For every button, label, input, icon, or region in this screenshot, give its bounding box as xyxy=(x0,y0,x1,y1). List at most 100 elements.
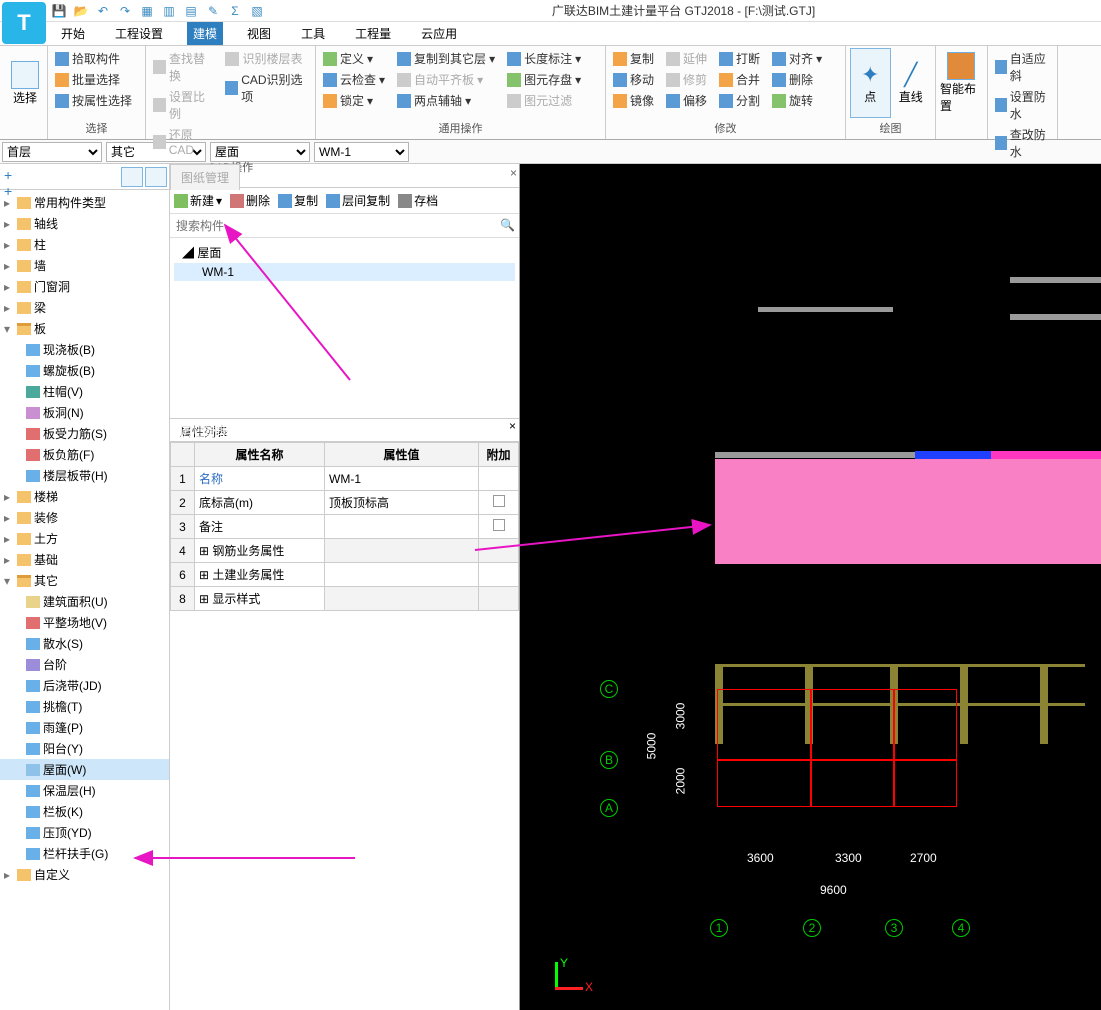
close-props-icon[interactable]: × xyxy=(509,419,516,441)
adaptive-slope-button[interactable]: 自适应斜 xyxy=(992,49,1053,85)
tab-drawing-mgmt[interactable]: 图纸管理 xyxy=(170,164,240,190)
close-panel-icon[interactable]: × xyxy=(510,166,517,180)
tree-steps[interactable]: 台阶 xyxy=(0,654,169,675)
tree-slab[interactable]: ▾板 xyxy=(0,318,169,339)
qat-sum-icon[interactable]: Σ xyxy=(226,2,244,20)
delete-button[interactable]: 删除 xyxy=(769,70,825,89)
checkbox[interactable] xyxy=(493,495,505,507)
item-select[interactable]: WM-1 xyxy=(314,142,409,162)
tree-stair[interactable]: ▸楼梯 xyxy=(0,486,169,507)
component-tree-item[interactable]: WM-1 xyxy=(174,263,515,281)
tree-col-cap[interactable]: 柱帽(V) xyxy=(0,381,169,402)
tree-wall[interactable]: ▸墙 xyxy=(0,255,169,276)
tree-balcony[interactable]: 阳台(Y) xyxy=(0,738,169,759)
archive-button[interactable]: 存档 xyxy=(398,192,438,209)
cad-id-options-button[interactable]: CAD识别选项 xyxy=(222,70,311,106)
tree-area[interactable]: 建筑面积(U) xyxy=(0,591,169,612)
menu-start[interactable]: 开始 xyxy=(55,22,91,45)
tree-railing[interactable]: 栏杆扶手(G) xyxy=(0,843,169,864)
tree-coping[interactable]: 压顶(YD) xyxy=(0,822,169,843)
tree-eaves[interactable]: 挑檐(T) xyxy=(0,696,169,717)
tree-neg-rebar[interactable]: 板负筋(F) xyxy=(0,444,169,465)
tree-door[interactable]: ▸门窗洞 xyxy=(0,276,169,297)
copy-to-layer-button[interactable]: 复制到其它层 ▾ xyxy=(394,49,498,68)
menu-view[interactable]: 视图 xyxy=(241,22,277,45)
floor-select[interactable]: 首层 xyxy=(2,142,102,162)
delete-button[interactable]: 删除 xyxy=(230,192,270,209)
tree-other[interactable]: ▾其它 xyxy=(0,570,169,591)
tree-common[interactable]: ▸常用构件类型 xyxy=(0,192,169,213)
check-waterproof-button[interactable]: 查改防水 xyxy=(992,125,1053,161)
tree-roof[interactable]: 屋面(W) xyxy=(0,759,169,780)
new-button[interactable]: 新建 ▾ xyxy=(174,192,222,209)
checkbox[interactable] xyxy=(493,519,505,531)
component-tree-root[interactable]: ◢ 屋面 xyxy=(174,242,515,263)
qat-redo-icon[interactable]: ↷ xyxy=(116,2,134,20)
drawing-canvas[interactable]: C B A 1 2 3 4 3000 2000 5000 3600 3300 2… xyxy=(520,164,1101,1010)
tree-earth[interactable]: ▸土方 xyxy=(0,528,169,549)
tree-apron[interactable]: 散水(S) xyxy=(0,633,169,654)
rotate-button[interactable]: 旋转 xyxy=(769,91,825,110)
tree-leveling[interactable]: 平整场地(V) xyxy=(0,612,169,633)
align-button[interactable]: 对齐 ▾ xyxy=(769,49,825,68)
panel-tab-1-icon[interactable] xyxy=(121,167,143,187)
define-button[interactable]: 定义 ▾ xyxy=(320,49,388,68)
menu-project-settings[interactable]: 工程设置 xyxy=(109,22,169,45)
qat-icon[interactable]: ✎ xyxy=(204,2,222,20)
tree-deco[interactable]: ▸装修 xyxy=(0,507,169,528)
find-replace-button: 查找替换 xyxy=(150,49,216,85)
qat-icon[interactable]: ▧ xyxy=(248,2,266,20)
qat-icon[interactable]: ▥ xyxy=(160,2,178,20)
pick-component-button[interactable]: 拾取构件 xyxy=(52,49,141,68)
split-button[interactable]: 分割 xyxy=(716,91,763,110)
qat-save-icon[interactable]: 💾 xyxy=(50,2,68,20)
two-point-aux-button[interactable]: 两点辅轴 ▾ xyxy=(394,91,498,110)
qat-undo-icon[interactable]: ↶ xyxy=(94,2,112,20)
mirror-button[interactable]: 镜像 xyxy=(610,91,657,110)
menu-quantity[interactable]: 工程量 xyxy=(349,22,397,45)
property-table[interactable]: 属性名称属性值附加 1名称WM-1 2底标高(m)顶板顶标高 3备注 4⊞ 钢筋… xyxy=(170,442,519,1010)
add-tab-icon[interactable]: + + xyxy=(2,167,22,187)
tree-slab-rebar[interactable]: 板受力筋(S) xyxy=(0,423,169,444)
line-button[interactable]: ╱直线 xyxy=(891,48,931,118)
floor-copy-button[interactable]: 层间复制 xyxy=(326,192,390,209)
tree-canopy[interactable]: 雨篷(P) xyxy=(0,717,169,738)
move-button[interactable]: 移动 xyxy=(610,70,657,89)
element-store-button[interactable]: 图元存盘 ▾ xyxy=(504,70,584,89)
batch-select-button[interactable]: 批量选择 xyxy=(52,70,141,89)
tree-postcast[interactable]: 后浇带(JD) xyxy=(0,675,169,696)
tab-layer-mgmt[interactable]: 图层管理 xyxy=(170,419,238,444)
tree-spiral-slab[interactable]: 螺旋板(B) xyxy=(0,360,169,381)
qat-icon[interactable]: ▦ xyxy=(138,2,156,20)
point-button[interactable]: ✦点 xyxy=(850,48,891,118)
menu-modeling[interactable]: 建模 xyxy=(187,22,223,45)
copy-button[interactable]: 复制 xyxy=(278,192,318,209)
tree-axis[interactable]: ▸轴线 xyxy=(0,213,169,234)
search-input[interactable] xyxy=(170,214,519,237)
select-by-property-button[interactable]: 按属性选择 xyxy=(52,91,141,110)
tree-custom[interactable]: ▸自定义 xyxy=(0,864,169,885)
copy-button[interactable]: 复制 xyxy=(610,49,657,68)
offset-button[interactable]: 偏移 xyxy=(663,91,710,110)
break-button[interactable]: 打断 xyxy=(716,49,763,68)
tree-cast-slab[interactable]: 现浇板(B) xyxy=(0,339,169,360)
tree-found[interactable]: ▸基础 xyxy=(0,549,169,570)
menu-cloud[interactable]: 云应用 xyxy=(415,22,463,45)
length-dim-button[interactable]: 长度标注 ▾ xyxy=(504,49,584,68)
smart-layout-button[interactable]: 智能布置 xyxy=(940,48,982,118)
qat-icon[interactable]: ▤ xyxy=(182,2,200,20)
qat-open-icon[interactable]: 📂 xyxy=(72,2,90,20)
set-waterproof-button[interactable]: 设置防水 xyxy=(992,87,1053,123)
select-button[interactable]: 选择 xyxy=(4,48,46,118)
tree-insulation[interactable]: 保温层(H) xyxy=(0,780,169,801)
tree-column[interactable]: ▸柱 xyxy=(0,234,169,255)
tree-floor-band[interactable]: 楼层板带(H) xyxy=(0,465,169,486)
tree-parapet[interactable]: 栏板(K) xyxy=(0,801,169,822)
cloud-check-button[interactable]: 云检查 ▾ xyxy=(320,70,388,89)
tree-beam[interactable]: ▸梁 xyxy=(0,297,169,318)
merge-button[interactable]: 合并 xyxy=(716,70,763,89)
menu-tools[interactable]: 工具 xyxy=(295,22,331,45)
search-icon[interactable]: 🔍 xyxy=(500,218,515,232)
lock-button[interactable]: 锁定 ▾ xyxy=(320,91,388,110)
tree-slab-hole[interactable]: 板洞(N) xyxy=(0,402,169,423)
